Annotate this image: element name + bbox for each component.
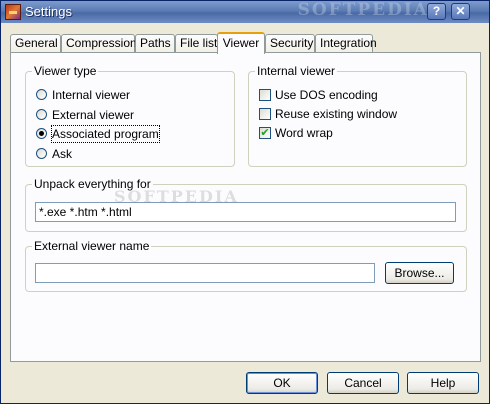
unpack-everything-group: Unpack everything for *.exe *.htm *.html… [25,177,467,232]
internal-viewer-label: Internal viewer [255,64,338,78]
checkbox[interactable] [259,89,271,101]
cancel-button[interactable]: Cancel [327,372,399,394]
tab-file-list[interactable]: File list [175,34,218,53]
checkbox[interactable] [259,108,271,120]
radio-label: Associated program [51,125,160,143]
window-title: Settings [25,4,72,19]
checkbox-label: Use DOS encoding [275,88,378,102]
viewer-type-group: Viewer type Internal viewer External vie… [25,64,235,167]
radio-label: Ask [52,147,73,161]
radio-label: Internal viewer [52,88,131,102]
settings-dialog: Settings SOFTPEDIA ? ✕ General Compressi… [0,0,490,404]
internal-viewer-group: Internal viewer Use DOS encoding Reuse e… [248,64,467,167]
checkbox-label: Reuse existing window [275,107,398,121]
viewer-type-label: Viewer type [32,64,99,78]
checkbox-label: Word wrap [275,126,333,140]
external-viewer-name-label: External viewer name [32,239,152,253]
tab-paths[interactable]: Paths [135,34,175,53]
radio-label: External viewer [52,108,135,122]
radio-button-selected[interactable] [36,128,47,139]
watermark-text: SOFTPEDIA [297,0,429,20]
tab-general[interactable]: General [10,34,61,53]
viewer-tab-panel: Viewer type Internal viewer External vie… [10,52,481,362]
external-viewer-name-group: External viewer name Browse... [25,239,467,292]
tab-security[interactable]: Security [265,34,315,53]
tab-integration[interactable]: Integration [315,34,377,53]
external-viewer-name-input[interactable] [35,263,375,283]
browse-button[interactable]: Browse... [385,262,454,284]
checkbox-checked[interactable]: ✔ [259,127,271,139]
title-bar[interactable]: Settings SOFTPEDIA ? ✕ [1,0,489,23]
radio-button[interactable] [36,109,47,120]
winrar-app-icon [5,4,21,20]
unpack-extensions-input[interactable]: *.exe *.htm *.html [35,202,456,222]
tab-viewer[interactable]: Viewer [217,32,265,54]
close-title-button[interactable]: ✕ [451,3,470,20]
watermark-text: SOFTPEDIA [114,187,239,206]
radio-button[interactable] [36,148,47,159]
help-button[interactable]: Help [407,372,479,394]
radio-button[interactable] [36,89,47,100]
ok-button[interactable]: OK [246,372,318,394]
help-title-button[interactable]: ? [427,3,446,20]
tab-compression[interactable]: Compression [61,34,137,53]
